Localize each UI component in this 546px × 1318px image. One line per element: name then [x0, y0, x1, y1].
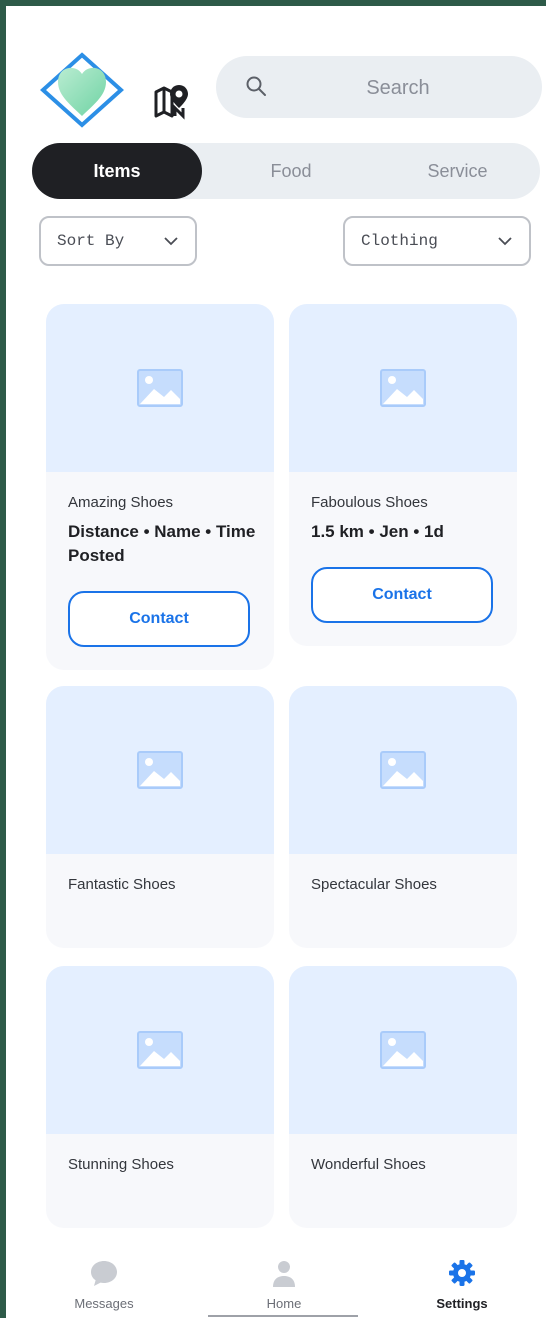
listing-card[interactable]: Stunning Shoes — [46, 966, 274, 1228]
image-placeholder-icon — [380, 1031, 426, 1069]
person-icon — [273, 1261, 295, 1287]
tab-items[interactable]: Items — [32, 143, 202, 199]
map-pin-icon[interactable] — [153, 82, 191, 120]
listing-card[interactable]: Spectacular Shoes — [289, 686, 517, 948]
nav-messages[interactable]: Messages — [14, 1250, 194, 1318]
nav-label: Messages — [74, 1296, 134, 1311]
app-screen: Items Food Service Sort By Clothing Amaz… — [6, 6, 546, 1318]
image-placeholder-icon — [380, 369, 426, 407]
category-tabs: Items Food Service — [32, 143, 540, 199]
listing-card[interactable]: Fantastic Shoes — [46, 686, 274, 948]
gear-icon — [449, 1260, 475, 1286]
nav-label: Settings — [436, 1296, 488, 1311]
search-input[interactable] — [276, 56, 520, 120]
card-meta: Distance • Name • Time Posted — [68, 522, 256, 565]
card-title: Faboulous Shoes — [311, 494, 428, 511]
category-dropdown[interactable]: Clothing — [343, 216, 531, 266]
card-image — [289, 966, 517, 1134]
bottom-navigation: Messages Home Settings — [6, 1250, 546, 1318]
card-image — [289, 304, 517, 472]
tab-service[interactable]: Service — [375, 143, 540, 199]
image-placeholder-icon — [137, 1031, 183, 1069]
card-title: Wonderful Shoes — [311, 1156, 426, 1173]
nav-settings[interactable]: Settings — [372, 1250, 546, 1318]
chevron-down-icon — [164, 237, 178, 246]
sort-by-dropdown[interactable]: Sort By — [39, 216, 197, 266]
contact-button[interactable]: Contact — [68, 591, 250, 647]
card-title: Fantastic Shoes — [68, 876, 176, 893]
tab-food[interactable]: Food — [207, 143, 375, 199]
card-title: Stunning Shoes — [68, 1156, 174, 1173]
card-image — [289, 686, 517, 854]
sort-by-label: Sort By — [57, 232, 125, 250]
image-placeholder-icon — [137, 751, 183, 789]
search-bar[interactable] — [216, 56, 542, 120]
home-indicator — [208, 1315, 358, 1317]
card-image — [46, 966, 274, 1134]
listing-card[interactable]: Amazing Shoes Distance • Name • Time Pos… — [46, 304, 274, 670]
chat-bubble-icon — [91, 1261, 117, 1286]
category-label: Clothing — [361, 232, 438, 250]
image-placeholder-icon — [137, 369, 183, 407]
nav-label: Home — [266, 1296, 302, 1311]
app-logo — [40, 52, 124, 128]
card-title: Spectacular Shoes — [311, 876, 437, 893]
listing-card[interactable]: Wonderful Shoes — [289, 966, 517, 1228]
card-meta: 1.5 km • Jen • 1d — [311, 522, 444, 541]
listing-card[interactable]: Faboulous Shoes 1.5 km • Jen • 1d Contac… — [289, 304, 517, 646]
card-image — [46, 304, 274, 472]
card-title: Amazing Shoes — [68, 494, 174, 511]
search-icon — [246, 76, 266, 96]
contact-button[interactable]: Contact — [311, 567, 493, 623]
card-image — [46, 686, 274, 854]
chevron-down-icon — [498, 237, 512, 246]
nav-home[interactable]: Home — [194, 1250, 374, 1318]
image-placeholder-icon — [380, 751, 426, 789]
